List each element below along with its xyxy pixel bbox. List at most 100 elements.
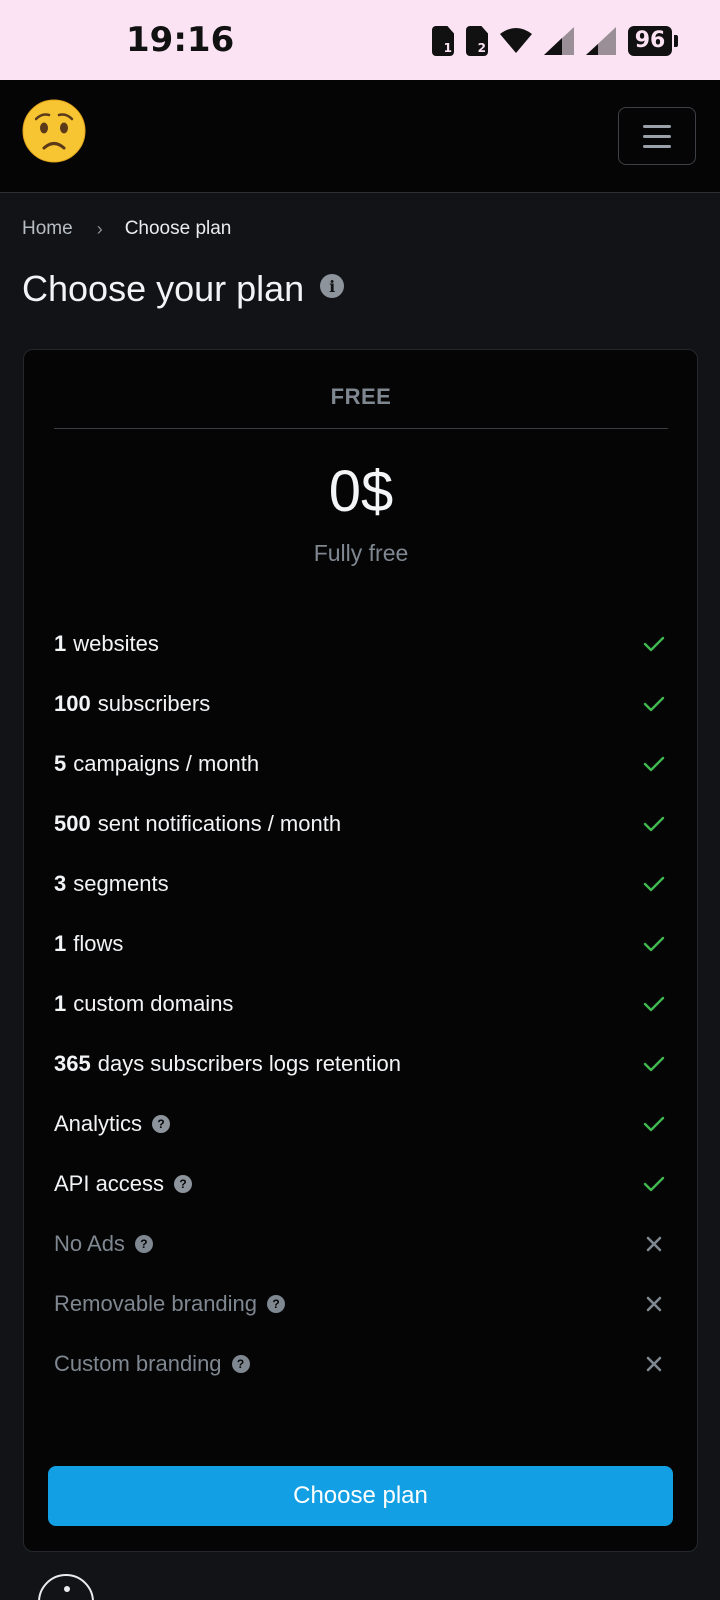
- sim2-label: 2: [477, 41, 486, 55]
- info-circle-icon[interactable]: [38, 1574, 94, 1600]
- feature-label: sent notifications / month: [97, 811, 342, 836]
- signal-2-icon: [586, 27, 616, 55]
- feature-row: 500 sent notifications / month: [54, 794, 668, 854]
- feature-label: API access: [54, 1171, 165, 1196]
- check-icon: [642, 632, 666, 656]
- help-icon[interactable]: ?: [231, 1355, 250, 1373]
- status-icons: 1 2 96: [432, 24, 678, 58]
- feature-row: Analytics?: [54, 1094, 668, 1154]
- feature-row: 1 websites: [54, 614, 668, 674]
- check-icon: [642, 1112, 666, 1136]
- feature-text: Removable branding?: [54, 1291, 286, 1317]
- feature-row: 100 subscribers: [54, 674, 668, 734]
- feature-row: 1 custom domains: [54, 974, 668, 1034]
- feature-text: 500 sent notifications / month: [54, 811, 341, 837]
- feature-list: 1 websites 100 subscribers 5 campaigns / mont…: [54, 614, 668, 1394]
- feature-row: 5 campaigns / month: [54, 734, 668, 794]
- sim1-label: 1: [443, 41, 452, 55]
- feature-row: 3 segments: [54, 854, 668, 914]
- feature-count: 1: [54, 991, 67, 1016]
- info-icon[interactable]: i: [320, 274, 345, 298]
- feature-label: websites: [73, 631, 159, 656]
- feature-text: 1 websites: [54, 631, 159, 657]
- cross-icon: [642, 1232, 666, 1256]
- sim1-icon: 1: [432, 26, 454, 56]
- feature-label: flows: [73, 931, 124, 956]
- hamburger-line: [643, 134, 671, 138]
- help-icon[interactable]: ?: [174, 1175, 193, 1193]
- feature-text: API access?: [54, 1171, 193, 1197]
- wifi-icon: [500, 28, 532, 54]
- feature-text: 100 subscribers: [54, 691, 210, 717]
- chevron-right-icon: ›: [96, 218, 103, 239]
- feature-count: 1: [54, 631, 67, 656]
- sim2-icon: 2: [466, 26, 488, 56]
- cross-icon: [642, 1292, 666, 1316]
- signal-1-icon: [544, 27, 574, 55]
- breadcrumb-current: Choose plan: [124, 218, 232, 239]
- navbar: [0, 80, 720, 193]
- feature-label: Analytics: [54, 1111, 143, 1136]
- help-icon[interactable]: ?: [267, 1295, 286, 1313]
- cross-icon: [642, 1352, 666, 1376]
- worried-face-logo-icon[interactable]: [22, 99, 86, 163]
- plan-subtitle: Fully free: [313, 540, 409, 566]
- plan-card: FREE 0$ Fully free 1 websites 100 subscribe…: [23, 349, 698, 1552]
- feature-count: 5: [54, 751, 67, 776]
- check-icon: [642, 692, 666, 716]
- status-time: 19:16: [126, 20, 235, 60]
- check-icon: [642, 752, 666, 776]
- check-icon: [642, 1052, 666, 1076]
- feature-text: 1 custom domains: [54, 991, 233, 1017]
- check-icon: [642, 872, 666, 896]
- help-icon[interactable]: ?: [152, 1115, 171, 1133]
- feature-text: Analytics?: [54, 1111, 171, 1137]
- feature-text: 3 segments: [54, 871, 169, 897]
- plan-name: FREE: [330, 384, 392, 409]
- feature-count: 365: [54, 1051, 91, 1076]
- breadcrumb: Home › Choose plan: [22, 218, 231, 240]
- breadcrumb-home-link[interactable]: Home: [22, 218, 73, 240]
- feature-text: 1 flows: [54, 931, 123, 957]
- feature-label: campaigns / month: [73, 751, 260, 776]
- feature-label: custom domains: [73, 991, 234, 1016]
- feature-label: Custom branding: [54, 1351, 222, 1376]
- feature-text: 365 days subscribers logs retention: [54, 1051, 401, 1077]
- page-title: Choose your plan: [22, 268, 305, 309]
- feature-row: Removable branding?: [54, 1274, 668, 1334]
- hamburger-menu-icon: [643, 124, 671, 128]
- page-title-row: Choose your plan i: [22, 268, 345, 310]
- feature-row: No Ads?: [54, 1214, 668, 1274]
- feature-row: 365 days subscribers logs retention: [54, 1034, 668, 1094]
- check-icon: [642, 992, 666, 1016]
- feature-label: segments: [73, 871, 169, 896]
- feature-row: Custom branding?: [54, 1334, 668, 1394]
- status-bar: 19:16 1 2 96: [0, 0, 720, 80]
- battery-level: 96: [628, 26, 672, 56]
- feature-count: 500: [54, 811, 91, 836]
- feature-count: 1: [54, 931, 67, 956]
- battery-icon: 96: [628, 26, 678, 56]
- feature-label: subscribers: [97, 691, 211, 716]
- check-icon: [642, 812, 666, 836]
- feature-text: 5 campaigns / month: [54, 751, 259, 777]
- feature-label: days subscribers logs retention: [97, 1051, 401, 1076]
- plan-price: 0$: [328, 459, 394, 524]
- help-icon[interactable]: ?: [134, 1235, 153, 1253]
- info-circle-dot: [64, 1586, 70, 1592]
- choose-plan-button[interactable]: Choose plan: [48, 1466, 673, 1526]
- feature-count: 100: [54, 691, 91, 716]
- feature-row: API access?: [54, 1154, 668, 1214]
- menu-button[interactable]: [618, 107, 696, 165]
- check-icon: [642, 1172, 666, 1196]
- feature-label: No Ads: [54, 1231, 125, 1256]
- plan-divider: [54, 428, 668, 429]
- battery-tip: [674, 35, 678, 47]
- hamburger-line: [643, 144, 671, 148]
- feature-count: 3: [54, 871, 67, 896]
- feature-row: 1 flows: [54, 914, 668, 974]
- feature-text: No Ads?: [54, 1231, 153, 1257]
- check-icon: [642, 932, 666, 956]
- feature-text: Custom branding?: [54, 1351, 250, 1377]
- feature-label: Removable branding: [54, 1291, 258, 1316]
